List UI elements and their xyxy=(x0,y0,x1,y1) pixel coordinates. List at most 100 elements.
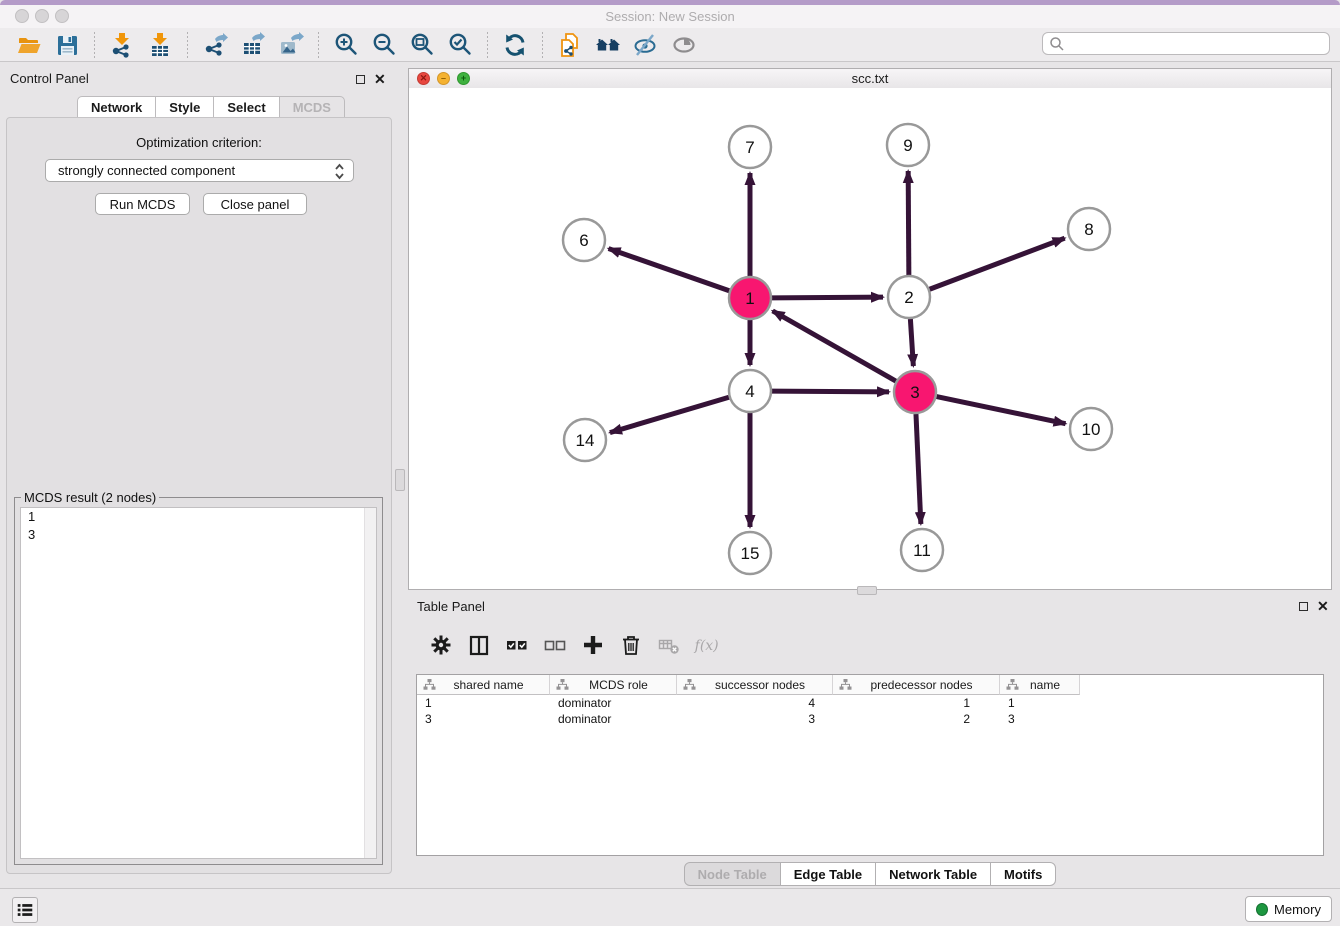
graph-node-label: 2 xyxy=(904,288,913,307)
column-tree-icon xyxy=(556,679,569,691)
two-houses-button[interactable] xyxy=(593,31,623,59)
search-box[interactable] xyxy=(1042,32,1330,55)
two-houses-icon xyxy=(595,32,621,58)
zoom-fit-icon xyxy=(409,32,435,58)
mcds-result-list[interactable]: 1 3 xyxy=(20,507,377,859)
show-hide-button[interactable] xyxy=(669,31,699,59)
delete-table-button[interactable] xyxy=(655,630,683,660)
unselect-all-columns-button[interactable] xyxy=(541,630,569,660)
column-header-name[interactable]: name xyxy=(1000,675,1080,695)
select-all-columns-button[interactable] xyxy=(503,630,531,660)
zoom-out-button[interactable] xyxy=(369,31,399,59)
close-panel-button[interactable]: Close panel xyxy=(203,193,307,215)
clone-network-button[interactable] xyxy=(555,31,585,59)
zoom-selected-button[interactable] xyxy=(445,31,475,59)
gear-icon xyxy=(428,632,454,658)
refresh-icon xyxy=(502,32,528,58)
graph-edge-2-8[interactable] xyxy=(930,238,1065,289)
table-cell[interactable]: dominator xyxy=(550,696,677,710)
tab-style[interactable]: Style xyxy=(155,96,214,118)
network-window-titlebar: ✕ – + scc.txt xyxy=(409,69,1331,89)
tab-motifs[interactable]: Motifs xyxy=(990,862,1056,886)
graph-edge-4-14[interactable] xyxy=(610,397,729,432)
refresh-view-button[interactable] xyxy=(500,31,530,59)
float-table-panel-icon[interactable] xyxy=(1299,602,1308,611)
graph-node-label: 9 xyxy=(903,136,912,155)
control-panel-title: Control Panel xyxy=(10,71,89,86)
column-layout-button[interactable] xyxy=(465,630,493,660)
tab-mcds[interactable]: MCDS xyxy=(279,96,345,118)
status-bar: Memory xyxy=(0,888,1340,926)
tab-edge-table[interactable]: Edge Table xyxy=(780,862,876,886)
table-cell[interactable]: 3 xyxy=(417,712,550,726)
criterion-dropdown[interactable]: strongly connected component xyxy=(45,159,354,182)
graph-node-label: 3 xyxy=(910,383,919,402)
export-image-button[interactable] xyxy=(276,31,306,59)
graph-edge-1-6[interactable] xyxy=(609,249,730,291)
network-canvas[interactable]: 7968124314101511 xyxy=(409,88,1331,589)
table-cell[interactable]: dominator xyxy=(550,712,677,726)
list-icon xyxy=(15,900,35,920)
tab-network[interactable]: Network xyxy=(77,96,156,118)
table-row[interactable]: 3dominator323 xyxy=(417,711,1323,727)
network-graph[interactable]: 7968124314101511 xyxy=(409,88,1331,589)
search-input[interactable] xyxy=(1066,36,1329,52)
tab-node-table[interactable]: Node Table xyxy=(684,862,781,886)
column-header-shared-name[interactable]: shared name xyxy=(417,675,550,695)
column-tree-icon xyxy=(1006,679,1019,691)
table-settings-button[interactable] xyxy=(427,630,455,660)
graph-edge-3-10[interactable] xyxy=(937,397,1066,424)
zoom-out-icon xyxy=(371,32,397,58)
svg-text:f(x): f(x) xyxy=(694,638,719,654)
zoom-selected-icon xyxy=(447,32,473,58)
import-table-button[interactable] xyxy=(145,31,175,59)
window-title: Session: New Session xyxy=(0,9,1340,24)
zoom-in-button[interactable] xyxy=(331,31,361,59)
graph-node-label: 10 xyxy=(1082,420,1101,439)
dropdown-stepper-icon xyxy=(333,162,346,184)
zoom-fit-button[interactable] xyxy=(407,31,437,59)
unchecked-boxes-icon xyxy=(542,632,568,658)
table-cell[interactable]: 4 xyxy=(677,696,833,710)
graph-edge-1-2[interactable] xyxy=(772,297,883,298)
graph-edge-2-9[interactable] xyxy=(908,171,909,275)
vertical-splitter-grip[interactable] xyxy=(395,469,405,491)
table-cell[interactable]: 3 xyxy=(1000,712,1080,726)
table-cell[interactable]: 2 xyxy=(833,712,1000,726)
tab-network-table[interactable]: Network Table xyxy=(875,862,991,886)
table-cell[interactable]: 1 xyxy=(1000,696,1080,710)
table-toolbar: f(x) xyxy=(427,630,721,660)
graph-edge-3-11[interactable] xyxy=(916,414,921,524)
run-mcds-button[interactable]: Run MCDS xyxy=(95,193,190,215)
toggle-graphics-details-button[interactable] xyxy=(631,31,661,59)
open-session-button[interactable] xyxy=(14,31,44,59)
table-cell[interactable]: 1 xyxy=(833,696,1000,710)
table-cell[interactable]: 1 xyxy=(417,696,550,710)
table-cell[interactable]: 3 xyxy=(677,712,833,726)
graph-edge-3-1[interactable] xyxy=(773,311,896,381)
create-column-button[interactable] xyxy=(579,630,607,660)
export-table-button[interactable] xyxy=(238,31,268,59)
horizontal-splitter-grip[interactable] xyxy=(857,586,877,595)
memory-button[interactable]: Memory xyxy=(1245,896,1332,922)
export-image-icon xyxy=(278,32,304,58)
graph-node-label: 11 xyxy=(913,541,931,560)
column-header-MCDS-role[interactable]: MCDS role xyxy=(550,675,677,695)
close-panel-icon[interactable]: ✕ xyxy=(374,74,386,84)
graph-node-label: 8 xyxy=(1084,220,1093,239)
import-network-button[interactable] xyxy=(107,31,137,59)
task-history-button[interactable] xyxy=(12,897,38,923)
float-panel-icon[interactable] xyxy=(356,75,365,84)
delete-column-button[interactable] xyxy=(617,630,645,660)
save-session-button[interactable] xyxy=(52,31,82,59)
result-scrollbar[interactable] xyxy=(364,508,376,858)
column-header-successor-nodes[interactable]: successor nodes xyxy=(677,675,833,695)
export-network-button[interactable] xyxy=(200,31,230,59)
close-table-panel-icon[interactable]: ✕ xyxy=(1317,601,1329,611)
column-header-predecessor-nodes[interactable]: predecessor nodes xyxy=(833,675,1000,695)
graph-edge-4-3[interactable] xyxy=(772,391,889,392)
graph-edge-2-3[interactable] xyxy=(910,319,913,366)
tab-select[interactable]: Select xyxy=(213,96,279,118)
table-row[interactable]: 1dominator411 xyxy=(417,695,1323,711)
function-builder-button[interactable]: f(x) xyxy=(693,630,721,660)
